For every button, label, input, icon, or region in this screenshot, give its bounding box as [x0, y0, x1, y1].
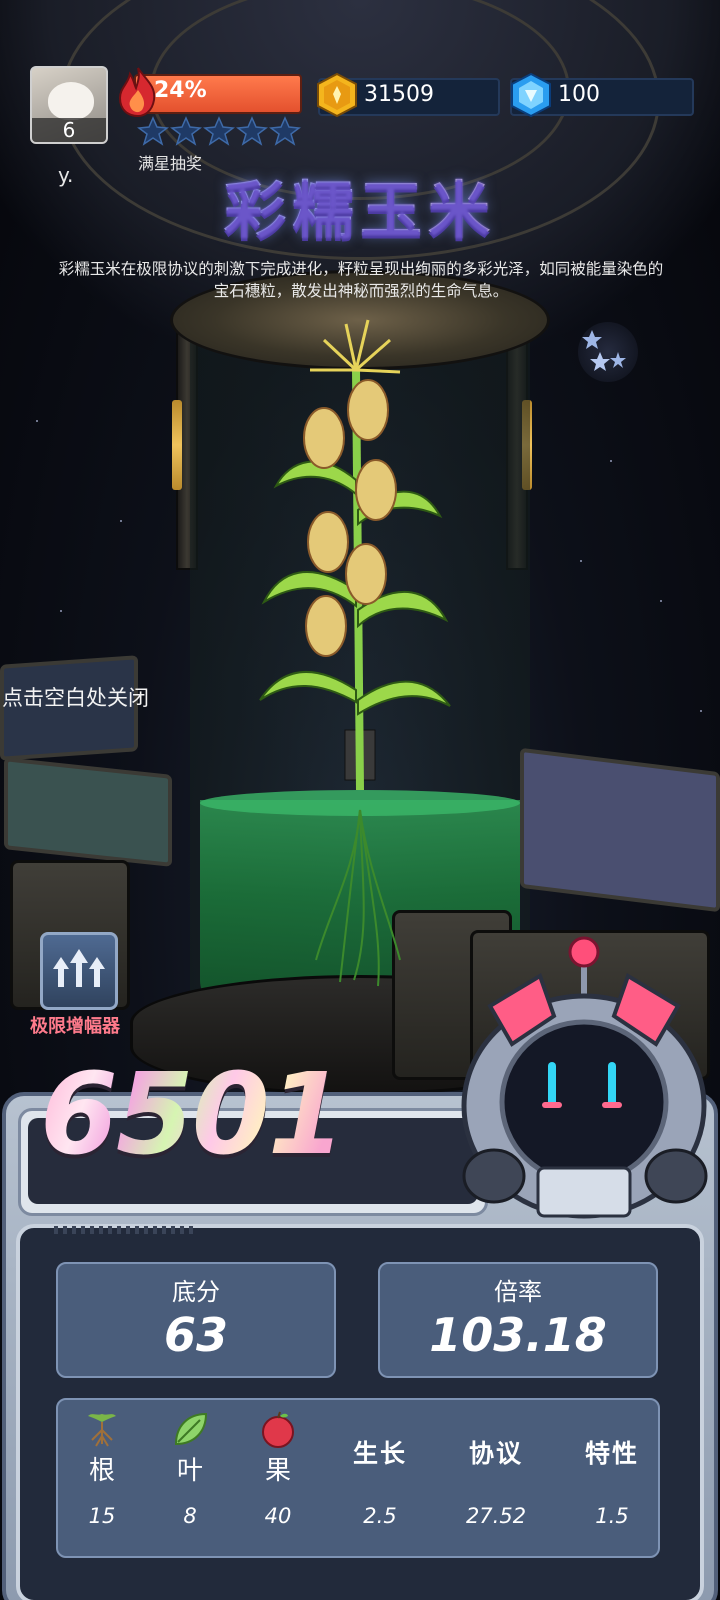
cat-avatar-image	[48, 82, 94, 120]
multiplier-label: 倍率	[494, 1278, 542, 1306]
detail-fruit-label: 果	[264, 1456, 291, 1486]
light-strip	[172, 400, 182, 490]
detail-trait-value: 1.5	[595, 1504, 629, 1528]
stars-icon	[582, 330, 626, 371]
corn-plant-image	[259, 319, 451, 987]
crop-title: 彩糯玉米	[0, 160, 720, 250]
detail-fruit: 果	[228, 1410, 328, 1487]
base-score-label: 底分	[172, 1278, 220, 1306]
star-icon	[170, 116, 202, 146]
star-rating	[137, 116, 301, 146]
star-dot	[120, 520, 122, 522]
side-monitor	[4, 757, 172, 867]
apple-icon	[262, 1411, 294, 1448]
star-icon	[236, 116, 268, 146]
detail-protocol: 协议	[446, 1410, 546, 1470]
detail-root-label: 根	[88, 1456, 115, 1486]
detail-leaf-label: 叶	[176, 1456, 203, 1486]
robot-mascot	[461, 936, 708, 1219]
star-effect-button[interactable]	[578, 322, 638, 382]
root-icon	[88, 1414, 116, 1447]
gem-icon	[511, 72, 551, 118]
detail-protocol-label: 协议	[468, 1439, 523, 1468]
star-dot	[610, 460, 612, 462]
leaf-icon	[174, 1412, 208, 1446]
detail-trait: 特性	[562, 1410, 662, 1470]
gold-coin-icon	[317, 72, 357, 118]
total-score: 6501	[40, 1050, 346, 1180]
detail-root: 根	[52, 1410, 152, 1487]
star-dot	[660, 600, 662, 602]
right-monitor	[520, 747, 720, 913]
base-score-card: 底分 63	[56, 1262, 336, 1378]
detail-root-value: 15	[88, 1504, 116, 1528]
detail-protocol-value: 27.52	[465, 1504, 527, 1528]
extreme-booster-button[interactable]	[40, 932, 118, 1010]
star-icon	[137, 116, 169, 146]
star-icon	[203, 116, 235, 146]
detail-growth-value: 2.5	[363, 1504, 397, 1528]
detail-growth-label: 生长	[352, 1439, 407, 1468]
multiplier-value: 103.18	[429, 1308, 607, 1362]
base-score-value: 63	[163, 1308, 228, 1362]
player-avatar[interactable]: 6	[30, 66, 108, 144]
crop-description: 彩糯玉米在极限协议的刺激下完成进化，籽粒呈现出绚丽的多彩光泽，如同被能量染色的宝…	[58, 260, 664, 300]
star-icon	[269, 116, 301, 146]
extreme-booster-label: 极限增幅器	[30, 1016, 120, 1037]
panel-grip	[54, 1226, 194, 1234]
energy-percent: 24%	[154, 78, 207, 103]
detail-leaf-value: 8	[183, 1504, 197, 1528]
multiplier-card: 倍率 103.18	[378, 1262, 658, 1378]
detail-fruit-value: 40	[264, 1504, 292, 1528]
star-dot	[580, 560, 582, 562]
star-dot	[60, 610, 62, 612]
star-dot	[36, 420, 38, 422]
triple-arrow-up-icon	[53, 949, 105, 987]
star-dot	[700, 710, 702, 712]
detail-trait-label: 特性	[584, 1439, 639, 1468]
player-level: 6	[32, 118, 106, 142]
detail-leaf: 叶	[140, 1410, 240, 1487]
gold-amount: 31509	[364, 82, 434, 107]
tap-to-close-hint[interactable]: 点击空白处关闭	[2, 682, 149, 712]
detail-growth: 生长	[330, 1410, 430, 1470]
gem-amount: 100	[558, 82, 600, 107]
